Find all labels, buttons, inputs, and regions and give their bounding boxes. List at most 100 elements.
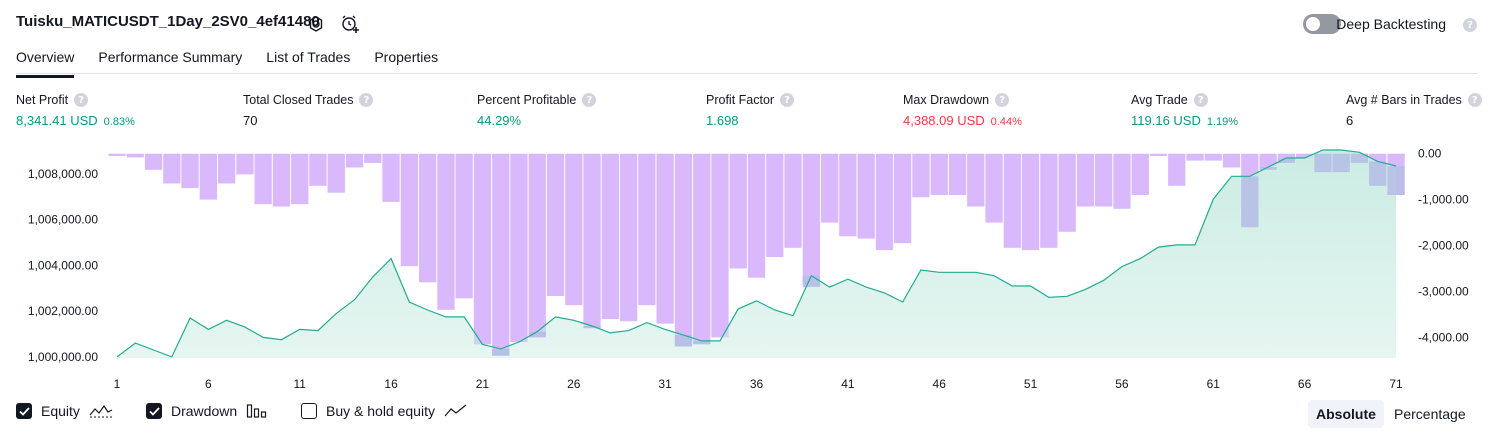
info-icon[interactable]: ? [780,93,795,107]
drawdown-bar [400,153,418,267]
x-axis-tick: 26 [567,377,581,391]
deep-backtesting-help-icon[interactable]: ? [1463,18,1477,32]
left-axis-tick: 1,004,000.00 [28,258,98,272]
x-axis-tick: 21 [476,377,490,391]
info-icon[interactable]: ? [995,93,1010,107]
metric-percent-profitable: Percent Profitable? 44.29% [477,93,597,128]
drawdown-bar [1058,153,1076,232]
drawdown-bar [821,153,839,223]
drawdown-bar [1186,153,1204,161]
drawdown-bar [1204,153,1222,161]
legend-equity[interactable]: Equity [16,403,113,419]
drawdown-bar [455,153,473,299]
drawdown-bar [181,153,199,189]
metric-label: Profit Factor [706,93,775,107]
legend-buy-hold-equity[interactable]: Buy & hold equity [301,403,468,419]
buy-hold-checkbox[interactable] [301,403,317,419]
drawdown-checkbox[interactable] [146,403,162,419]
drawdown-bar [620,153,638,322]
legend-drawdown[interactable]: Drawdown [146,403,268,419]
info-icon[interactable]: ? [1193,93,1208,107]
drawdown-bar [546,153,565,296]
drawdown-bar [236,153,254,175]
x-axis-tick: 51 [1024,377,1038,391]
x-axis-tick: 71 [1389,377,1403,391]
drawdown-bar-overlap [1387,166,1405,195]
drawdown-bar-overlap [492,348,510,356]
metric-label: Total Closed Trades [243,93,354,107]
metric-value: 44.29% [477,113,522,128]
drawdown-bar-overlap [1332,153,1350,173]
drawdown-bar [875,153,894,251]
right-axis-tick: -2,000.00 [1418,239,1469,253]
drawdown-bar [528,153,546,338]
drawdown-bar [327,153,345,193]
drawdown-bar [163,153,181,184]
legend-drawdown-label: Drawdown [171,403,238,419]
metric-percent: 1.19% [1206,116,1239,128]
drawdown-bar [693,153,711,345]
drawdown-bar [473,153,492,345]
drawdown-bar [747,153,766,278]
drawdown-bar [1040,153,1058,248]
strategy-title: Tuisku_MATICUSDT_1Day_2SV0_4ef41480 [16,13,320,30]
drawdown-bar-overlap [1241,176,1259,228]
metric-value: 119.16 USD [1131,113,1201,128]
drawdown-bar [729,153,747,269]
metric-label: Avg # Bars in Trades [1346,93,1462,107]
drawdown-bar [492,153,510,356]
metric-label: Avg Trade [1131,93,1188,107]
drawdown-bar [766,153,784,257]
x-axis-tick: 31 [658,377,672,391]
drawdown-bar [1131,153,1149,195]
drawdown-bar [711,153,729,338]
metric-avg-bars-in-trades: Avg # Bars in Trades? 6 [1346,93,1482,128]
tab-properties[interactable]: Properties [374,44,438,75]
left-axis-tick: 1,000,000.00 [28,350,98,364]
info-icon[interactable]: ? [359,93,374,107]
drawdown-bar [199,153,217,200]
drawdown-bar [291,153,309,205]
equity-checkbox[interactable] [16,403,32,419]
metric-total-closed-trades: Total Closed Trades? 70 [243,93,374,128]
metric-value: 8,341.41 USD [16,113,98,128]
metric-net-profit: Net Profit? 8,341.41 USD 0.83% [16,93,135,128]
legend-buy-hold-label: Buy & hold equity [326,403,435,419]
right-axis-tick: 0.00 [1418,147,1442,161]
drawdown-bar [1149,153,1168,156]
drawdown-bar-overlap [1314,153,1332,173]
metric-percent: 0.44% [990,116,1022,128]
absolute-button[interactable]: Absolute [1308,400,1384,428]
left-axis-tick: 1,006,000.00 [28,213,98,227]
info-icon[interactable]: ? [1467,93,1482,107]
settings-icon[interactable] [306,14,326,34]
x-axis-tick: 61 [1207,377,1221,391]
drawdown-bar [437,153,455,310]
drawdown-bar [784,153,802,248]
drawdown-bar [1222,153,1241,168]
drawdown-bar [985,153,1003,223]
equity-line-icon [89,404,113,418]
drawdown-bar [1168,153,1186,186]
x-axis-tick: 6 [205,377,212,391]
tab-performance-summary[interactable]: Performance Summary [98,44,242,75]
drawdown-bar [638,153,656,306]
drawdown-bar [218,153,236,184]
percentage-button[interactable]: Percentage [1386,400,1474,428]
metric-max-drawdown: Max Drawdown? 4,388.09 USD 0.44% [903,93,1022,128]
drawdown-bar [108,153,126,156]
info-icon[interactable]: ? [74,93,89,107]
x-axis-tick: 16 [384,377,398,391]
drawdown-bar [126,153,144,158]
equity-drawdown-chart[interactable]: 1,000,000.00 1,002,000.00 1,004,000.00 1,00… [0,138,1494,398]
add-alert-clock-icon[interactable] [340,14,360,34]
info-icon[interactable]: ? [582,93,597,107]
x-axis-tick: 46 [933,377,947,391]
drawdown-bar [583,153,601,329]
x-axis-tick: 66 [1298,377,1312,391]
x-axis-tick: 56 [1115,377,1129,391]
drawdown-bar [1021,153,1040,251]
drawdown-bar [309,153,327,186]
metric-value: 1.698 [706,113,739,128]
tab-list-of-trades[interactable]: List of Trades [266,44,350,75]
